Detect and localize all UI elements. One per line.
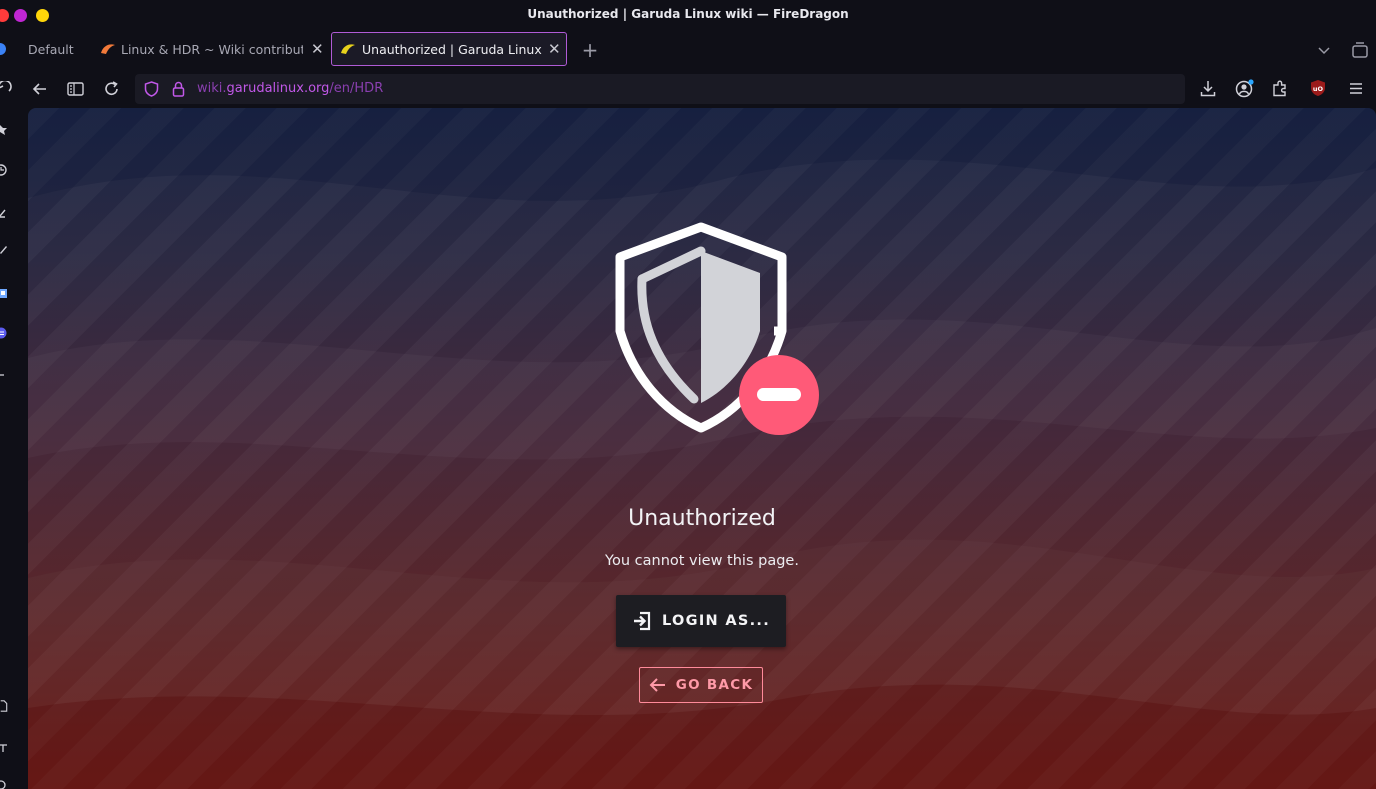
tab-groups-icon[interactable] bbox=[1351, 41, 1369, 59]
login-as-button[interactable]: LOGIN AS... bbox=[616, 595, 786, 647]
close-tab-icon[interactable]: ✕ bbox=[311, 40, 324, 58]
edit-pencil-icon[interactable] bbox=[0, 243, 10, 255]
ublock-origin-shield-icon[interactable]: uO bbox=[1310, 79, 1326, 97]
garuda-favicon-icon bbox=[101, 44, 115, 54]
list-tabs-chevron-down-icon[interactable] bbox=[1316, 42, 1332, 58]
extensions-puzzle-icon[interactable] bbox=[1272, 80, 1289, 97]
login-enter-icon bbox=[633, 611, 651, 631]
page-message: You cannot view this page. bbox=[605, 553, 799, 569]
tab-label: Linux & HDR ~ Wiki contributio bbox=[121, 41, 303, 57]
login-as-label: LOGIN AS... bbox=[661, 613, 771, 629]
tab-linux-hdr[interactable]: Linux & HDR ~ Wiki contributio ✕ bbox=[100, 32, 324, 66]
tab-label: Default bbox=[28, 41, 74, 57]
garuda-favicon-icon bbox=[341, 44, 355, 54]
url-bar[interactable]: wiki.garudalinux.org/en/HDR bbox=[135, 74, 1185, 104]
window-titlebar: Unauthorized | Garuda Linux wiki — FireD… bbox=[0, 0, 1376, 30]
unauthorized-shield-icon bbox=[615, 222, 819, 435]
menu-hamburger-icon[interactable] bbox=[1349, 82, 1363, 95]
arrow-left-icon bbox=[649, 678, 665, 692]
collapse-dash-icon[interactable] bbox=[0, 369, 10, 381]
history-clock-icon[interactable] bbox=[0, 164, 10, 176]
sidebar-settings-icon[interactable] bbox=[0, 777, 10, 789]
tab-label: Unauthorized | Garuda Linux w bbox=[362, 41, 542, 57]
page-content: Unauthorized You cannot view this page. … bbox=[28, 108, 1376, 789]
tracking-protection-shield-icon[interactable] bbox=[144, 81, 159, 97]
bookmarks-star-icon[interactable] bbox=[0, 124, 10, 136]
new-tab-plus-icon[interactable]: + bbox=[580, 38, 600, 62]
url-path: /en/HDR bbox=[329, 81, 384, 96]
url-subdomain: wiki. bbox=[197, 81, 227, 96]
lock-icon[interactable] bbox=[172, 81, 185, 97]
go-back-button[interactable]: GO BACK bbox=[639, 667, 763, 703]
web-panel-icon[interactable] bbox=[0, 288, 10, 300]
left-sidebar bbox=[0, 108, 28, 789]
container-icon bbox=[0, 43, 6, 55]
downloads-icon[interactable] bbox=[1200, 80, 1216, 97]
url-text[interactable]: wiki.garudalinux.org/en/HDR bbox=[197, 81, 383, 96]
tab-bar: Default Linux & HDR ~ Wiki contributio ✕… bbox=[0, 30, 1376, 70]
window-title: Unauthorized | Garuda Linux wiki — FireD… bbox=[527, 7, 849, 21]
sidebar-page-icon[interactable] bbox=[0, 700, 10, 712]
sidebar-t-icon[interactable] bbox=[0, 742, 10, 754]
go-back-label: GO BACK bbox=[675, 677, 754, 693]
undo-close-tab-icon[interactable] bbox=[0, 81, 12, 97]
tab-default[interactable]: Default bbox=[0, 32, 84, 66]
page-title: Unauthorized bbox=[628, 506, 776, 531]
tab-unauthorized[interactable]: Unauthorized | Garuda Linux w ✕ bbox=[331, 32, 567, 66]
account-icon[interactable] bbox=[1235, 79, 1254, 98]
reload-icon[interactable] bbox=[104, 81, 120, 97]
back-arrow-icon[interactable] bbox=[32, 81, 48, 97]
sync-tabs-icon[interactable] bbox=[0, 206, 10, 218]
web-panel-blue-icon[interactable] bbox=[0, 327, 10, 339]
close-tab-icon[interactable]: ✕ bbox=[548, 40, 561, 58]
navigation-toolbar: wiki.garudalinux.org/en/HDR uO bbox=[0, 70, 1376, 108]
svg-text:uO: uO bbox=[1313, 85, 1324, 93]
url-domain: garudalinux.org bbox=[226, 81, 330, 96]
sidebar-toggle-icon[interactable] bbox=[67, 81, 84, 97]
